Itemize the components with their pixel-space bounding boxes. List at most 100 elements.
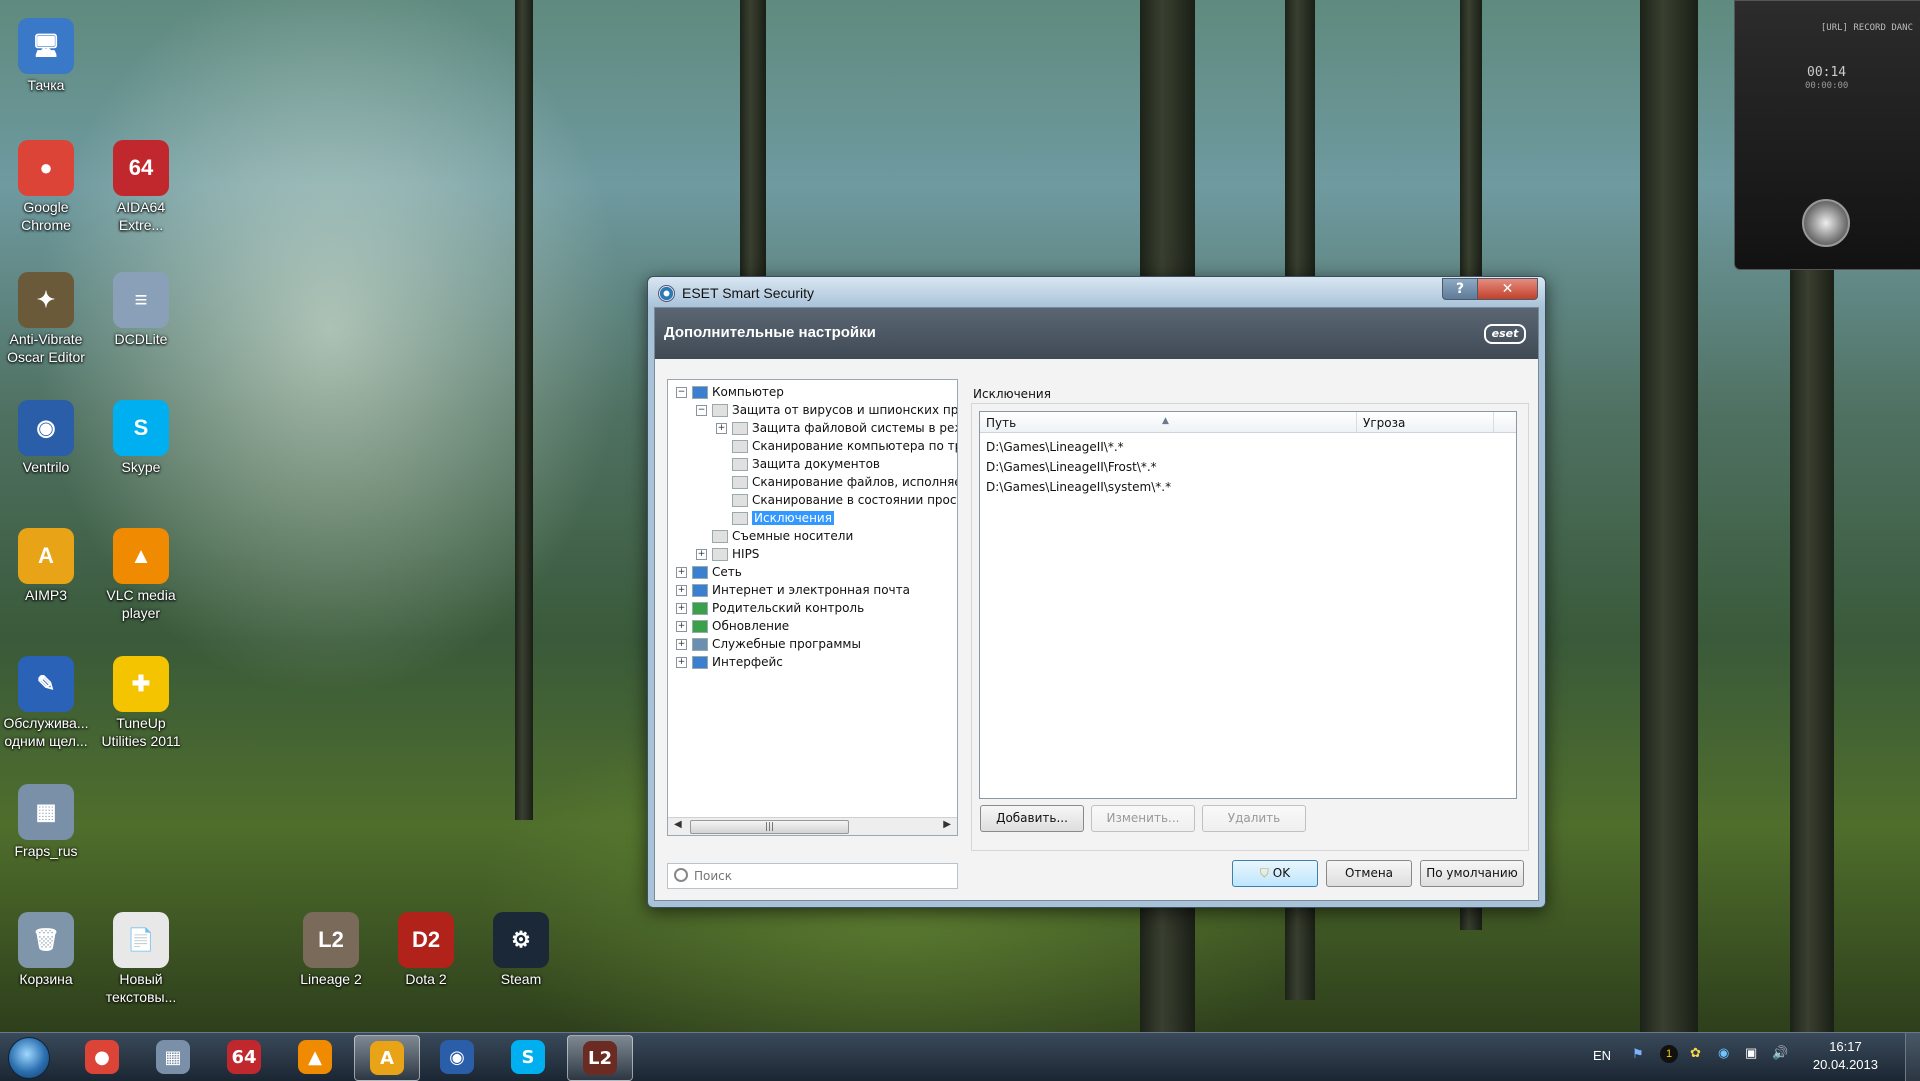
- desktop-icon[interactable]: ✦ Anti-Vibrate Oscar Editor: [0, 272, 92, 366]
- window-content: Дополнительные настройки eset − Компьютер…: [654, 307, 1539, 901]
- desktop-icon[interactable]: L2 Lineage 2: [285, 912, 377, 988]
- action-center-icon[interactable]: ▣: [1745, 1045, 1757, 1061]
- expand-icon[interactable]: +: [676, 621, 687, 632]
- clock[interactable]: 16:17 20.04.2013: [1813, 1038, 1878, 1074]
- tree-item-label: Сканирование компьютера по тре: [752, 439, 958, 453]
- desktop-icon[interactable]: ✚ TuneUp Utilities 2011: [95, 656, 187, 750]
- taskbar-vlc-icon[interactable]: ▲: [283, 1035, 347, 1079]
- taskbar-item-glyph: ●: [85, 1040, 119, 1074]
- taskbar-chrome-icon[interactable]: ●: [70, 1035, 134, 1079]
- desktop-icon[interactable]: ◉ Ventrilo: [0, 400, 92, 476]
- taskbar-aimp-icon[interactable]: A: [354, 1035, 420, 1081]
- desktop-icon-image: ⚙: [493, 912, 549, 968]
- expand-icon[interactable]: +: [676, 657, 687, 668]
- column-path[interactable]: Путь ▲: [980, 412, 1357, 432]
- eset-app-icon: [658, 285, 675, 302]
- tree-node-icon: [732, 440, 748, 453]
- collapse-icon[interactable]: −: [696, 405, 707, 416]
- notification-icon[interactable]: 1: [1660, 1045, 1678, 1063]
- expand-icon[interactable]: +: [676, 639, 687, 650]
- desktop-icon[interactable]: 🖥 Тачка: [0, 18, 92, 94]
- expand-icon[interactable]: +: [716, 423, 727, 434]
- volume-knob-icon[interactable]: [1802, 199, 1850, 247]
- music-player-gadget[interactable]: [URL] RECORD DANC 00:14 00:00:00: [1734, 0, 1920, 270]
- tree-item-label: Исключения: [752, 511, 834, 525]
- taskbar-lineage-icon[interactable]: L2: [567, 1035, 633, 1081]
- tree-node-icon: [712, 548, 728, 561]
- scroll-thumb[interactable]: |||: [690, 820, 849, 834]
- taskbar-aida64-icon[interactable]: 64: [212, 1035, 276, 1079]
- desktop-icon-label: Ventrilo: [22, 459, 70, 475]
- desktop-icon[interactable]: ▲ VLC media player: [95, 528, 187, 622]
- desktop-icon[interactable]: 🗑 Корзина: [0, 912, 92, 988]
- tree-horizontal-scrollbar[interactable]: ◀ ||| ▶: [668, 817, 957, 835]
- tree-item-label: Служебные программы: [712, 637, 861, 651]
- taskbar-fraps-icon[interactable]: ▦: [141, 1035, 205, 1079]
- ok-button[interactable]: ⛉ OK: [1232, 860, 1318, 887]
- search-box[interactable]: [667, 863, 958, 889]
- taskbar-item-glyph: A: [370, 1041, 404, 1075]
- scroll-left-icon[interactable]: ◀: [674, 819, 682, 830]
- desktop-icon[interactable]: ≡ DCDLite: [95, 272, 187, 348]
- show-desktop-button[interactable]: [1905, 1033, 1920, 1081]
- desktop-icon-image: A: [18, 528, 74, 584]
- cancel-button[interactable]: Отмена: [1326, 860, 1412, 887]
- desktop-icon[interactable]: 64 AIDA64 Extre...: [95, 140, 187, 234]
- taskbar-ventrilo-icon[interactable]: ◉: [425, 1035, 489, 1079]
- list-header: Путь ▲ Угроза: [980, 412, 1516, 433]
- desktop-icon[interactable]: D2 Dota 2: [380, 912, 472, 988]
- desktop-icon-label: AIDA64 Extre...: [116, 199, 166, 233]
- settings-tree[interactable]: − Компьютер − Защита от вирусов и шпионских…: [667, 379, 958, 836]
- list-item[interactable]: D:\Games\LineageII\system\*.*: [986, 480, 1171, 494]
- desktop-icon-label: Google Chrome: [21, 199, 71, 233]
- default-button[interactable]: По умолчанию: [1420, 860, 1524, 887]
- eset-tray-icon[interactable]: ◉: [1718, 1045, 1729, 1061]
- desktop-icon-image: ◉: [18, 400, 74, 456]
- start-button[interactable]: [8, 1037, 50, 1079]
- tree-item-label: Защита документов: [752, 457, 880, 471]
- eset-logo-icon: eset: [1484, 324, 1526, 344]
- desktop-icon-image: 64: [113, 140, 169, 196]
- window-titlebar[interactable]: ESET Smart Security ? ✕: [648, 277, 1545, 307]
- desktop-icon[interactable]: ✎ Обслужива... одним щел...: [0, 656, 92, 750]
- list-item[interactable]: D:\Games\LineageII\Frost\*.*: [986, 460, 1157, 474]
- column-threat[interactable]: Угроза: [1357, 412, 1494, 432]
- taskbar-item-glyph: L2: [583, 1041, 617, 1075]
- collapse-icon[interactable]: −: [676, 387, 687, 398]
- add-button[interactable]: Добавить...: [980, 805, 1084, 832]
- help-button[interactable]: ?: [1442, 278, 1478, 300]
- tray-app-icon[interactable]: ✿: [1690, 1045, 1701, 1061]
- desktop-icon[interactable]: 📄 Новый текстовы...: [95, 912, 187, 1006]
- edit-button[interactable]: Изменить...: [1091, 805, 1195, 832]
- taskbar-item-glyph: 64: [227, 1040, 261, 1074]
- desktop-icon-label: DCDLite: [114, 331, 168, 347]
- search-input[interactable]: [692, 868, 936, 884]
- tree-node-icon: [692, 386, 708, 399]
- close-button[interactable]: ✕: [1477, 278, 1538, 300]
- tree-item-label: Обновление: [712, 619, 790, 633]
- desktop-icon[interactable]: S Skype: [95, 400, 187, 476]
- desktop-icon-image: L2: [303, 912, 359, 968]
- network-icon[interactable]: ⚑: [1632, 1046, 1644, 1062]
- tree-node-icon: [732, 458, 748, 471]
- desktop-icon[interactable]: ⚙ Steam: [475, 912, 567, 988]
- gadget-time: 00:14: [1807, 65, 1847, 80]
- expand-icon[interactable]: +: [696, 549, 707, 560]
- taskbar-skype-icon[interactable]: S: [496, 1035, 560, 1079]
- taskbar-item-glyph: ▲: [298, 1040, 332, 1074]
- eset-window: ESET Smart Security ? ✕ Дополнительные н…: [647, 276, 1546, 908]
- expand-icon[interactable]: +: [676, 567, 687, 578]
- desktop-icon[interactable]: A AIMP3: [0, 528, 92, 604]
- language-indicator[interactable]: EN: [1593, 1048, 1611, 1063]
- volume-icon[interactable]: 🔊: [1772, 1045, 1788, 1061]
- expand-icon[interactable]: +: [676, 603, 687, 614]
- desktop-icon[interactable]: ▦ Fraps_rus: [0, 784, 92, 860]
- list-item[interactable]: D:\Games\LineageII\*.*: [986, 440, 1124, 454]
- scroll-right-icon[interactable]: ▶: [943, 819, 951, 830]
- clock-date: 20.04.2013: [1812, 1057, 1878, 1072]
- desktop-icon[interactable]: ● Google Chrome: [0, 140, 92, 234]
- expand-icon[interactable]: +: [676, 585, 687, 596]
- exclusions-list[interactable]: Путь ▲ Угроза D:\Games\LineageII\*.* D:\…: [979, 411, 1517, 799]
- tree-node-icon: [692, 656, 708, 669]
- delete-button[interactable]: Удалить: [1202, 805, 1306, 832]
